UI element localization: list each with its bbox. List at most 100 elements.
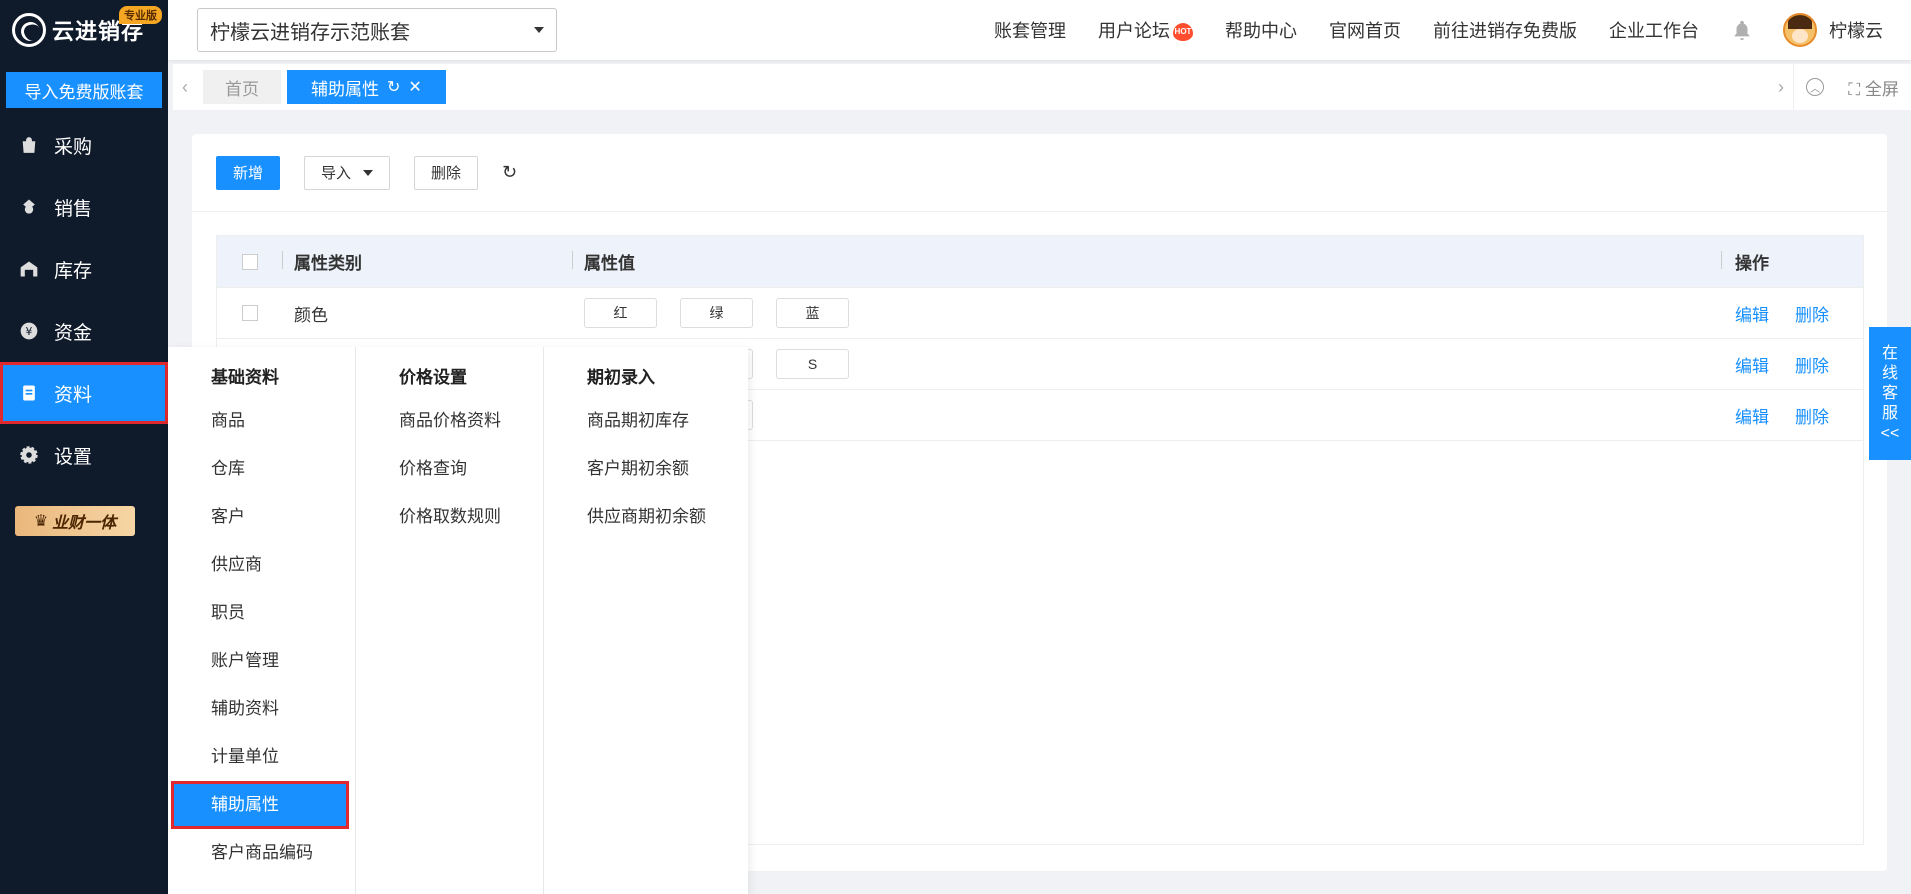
menu-column-title: 基础资料: [211, 368, 279, 387]
bell-icon[interactable]: [1731, 18, 1753, 42]
tab-label: 辅助属性: [311, 79, 379, 99]
header-value: 属性值: [572, 249, 1721, 274]
sidebar-nav: 采购销售 库存 ¥ 资金资料设置: [0, 114, 168, 486]
chevron-left-icon[interactable]: ‹: [173, 64, 197, 110]
edit-link[interactable]: 编辑: [1735, 408, 1769, 427]
menu-item[interactable]: 供应商: [168, 541, 355, 589]
import-free-account-button[interactable]: 导入免费版账套: [6, 72, 162, 108]
sidebar-item-label: 采购: [54, 136, 93, 158]
top-link-account-manage[interactable]: 账套管理: [994, 17, 1066, 43]
hot-badge-icon: HOT: [1173, 23, 1193, 42]
chevron-right-icon[interactable]: ›: [1769, 64, 1793, 110]
account-select[interactable]: 柠檬云进销存示范账套: [197, 8, 557, 52]
crown-badge-button[interactable]: ♛ 业财一体: [15, 506, 135, 536]
sidebar-item-1[interactable]: 销售: [0, 176, 168, 238]
edit-link[interactable]: 编辑: [1735, 306, 1769, 325]
value-chip: 绿: [680, 298, 753, 328]
data-mega-menu: 基础资料 商品 仓库 客户 供应商 职员 账户管理 辅助资料 计量单位 辅助属性 客户商品编码 价格设…: [168, 347, 748, 894]
delete-link[interactable]: 删除: [1795, 357, 1829, 376]
logo[interactable]: 云进销存 专业版: [0, 0, 168, 60]
top-link-free-version[interactable]: 前往进销存免费版: [1433, 17, 1577, 43]
menu-item[interactable]: 客户商品编码: [168, 829, 355, 877]
cell-values: 红绿蓝: [572, 298, 1721, 328]
add-button[interactable]: 新增: [216, 155, 281, 190]
menu-item[interactable]: 供应商期初余额: [544, 493, 748, 541]
table-row: 颜色红绿蓝编辑 删除: [217, 288, 1863, 339]
menu-item[interactable]: 计量单位: [168, 733, 355, 781]
online-service-button[interactable]: 在线客服 <<: [1869, 327, 1911, 460]
caret-down-icon: [363, 169, 374, 176]
menu-item[interactable]: 账户管理: [168, 637, 355, 685]
value-chip: 蓝: [776, 298, 849, 328]
edit-link[interactable]: 编辑: [1735, 357, 1769, 376]
svg-text:¥: ¥: [26, 325, 33, 338]
row-checkbox[interactable]: [241, 305, 258, 321]
online-service-char: 客: [1881, 384, 1898, 402]
top-links: 账套管理 用户论坛 HOT 帮助中心 官网首页 前往进销存免费版 企业工作台 柠檬…: [994, 0, 1911, 60]
menu-item[interactable]: 商品价格资料: [356, 397, 543, 445]
menu-item[interactable]: 辅助资料: [168, 685, 355, 733]
header-actions: 操作: [1721, 249, 1863, 274]
menu-column-title: 价格设置: [399, 368, 467, 387]
top-link-forum[interactable]: 用户论坛 HOT: [1098, 17, 1193, 43]
sidebar-item-4[interactable]: 资料: [0, 362, 168, 424]
tab-auxiliary-attribute[interactable]: 辅助属性 ↻ ✕: [287, 70, 446, 104]
fullscreen-label: 全屏: [1864, 79, 1899, 99]
delete-button[interactable]: 删除: [414, 155, 479, 190]
menu-item[interactable]: 客户期初余额: [544, 445, 748, 493]
sidebar-item-3[interactable]: ¥ 资金: [0, 300, 168, 362]
crown-icon: ♛: [33, 513, 49, 530]
menu-item[interactable]: 价格取数规则: [356, 493, 543, 541]
online-service-char: 服: [1881, 404, 1898, 422]
yen-circle-icon: ¥: [18, 320, 40, 342]
menu-item[interactable]: 商品期初库存: [544, 397, 748, 445]
cell-actions: 编辑 删除: [1721, 403, 1863, 428]
menu-item[interactable]: 仓库: [168, 445, 355, 493]
menu-column-0: 基础资料商品 仓库 客户 供应商 职员 账户管理 辅助资料 计量单位 辅助属性 客户商品编码: [168, 347, 356, 894]
value-chip: S: [776, 349, 849, 379]
delete-link[interactable]: 删除: [1795, 408, 1829, 427]
user-menu[interactable]: 柠檬云: [1783, 13, 1883, 47]
avatar: [1783, 13, 1817, 47]
tab-bar: ‹ 首页 辅助属性 ↻ ✕ › ︿ ⛶ 全屏: [173, 64, 1911, 110]
online-service-char: <<: [1880, 424, 1900, 442]
import-label: 导入: [321, 165, 352, 182]
menu-item[interactable]: 辅助属性: [171, 781, 349, 829]
cell-category: 颜色: [294, 305, 328, 325]
refresh-icon[interactable]: ↻: [502, 162, 517, 183]
menu-column-title: 期初录入: [587, 368, 655, 387]
user-name: 柠檬云: [1829, 21, 1883, 41]
select-all-checkbox[interactable]: [241, 253, 258, 270]
toolbar: 新增 导入 删除 ↻: [192, 134, 1887, 212]
sidebar-item-label: 设置: [54, 446, 93, 468]
sidebar: 云进销存 专业版 导入免费版账套 采购销售 库存 ¥ 资金资料设置 ♛ 业财一体: [0, 0, 168, 894]
account-select-value: 柠檬云进销存示范账套: [210, 21, 410, 44]
table-header: 属性类别 属性值 操作: [217, 236, 1863, 288]
menu-item[interactable]: 客户: [168, 493, 355, 541]
tab-tools: ︿ ⛶ 全屏: [1793, 64, 1911, 110]
fullscreen-button[interactable]: ⛶ 全屏: [1848, 75, 1899, 100]
sidebar-item-5[interactable]: 设置: [0, 424, 168, 486]
sidebar-item-label: 资料: [54, 384, 93, 406]
close-icon[interactable]: ✕: [408, 77, 421, 97]
menu-item[interactable]: 价格查询: [356, 445, 543, 493]
collapse-up-icon[interactable]: ︿: [1806, 78, 1825, 96]
value-chip: 红: [584, 298, 657, 328]
sidebar-item-0[interactable]: 采购: [0, 114, 168, 176]
sidebar-item-2[interactable]: 库存: [0, 238, 168, 300]
menu-item[interactable]: 商品: [168, 397, 355, 445]
menu-column-1: 价格设置商品价格资料 价格查询 价格取数规则: [356, 347, 544, 894]
menu-item[interactable]: 职员: [168, 589, 355, 637]
logo-icon: [12, 13, 46, 47]
refresh-icon[interactable]: ↻: [387, 77, 400, 97]
top-link-workbench[interactable]: 企业工作台: [1609, 17, 1699, 43]
menu-column-2: 期初录入商品期初库存 客户期初余额 供应商期初余额: [544, 347, 748, 894]
tab-home[interactable]: 首页: [203, 70, 281, 104]
chevron-down-icon: [534, 27, 544, 33]
top-bar: 柠檬云进销存示范账套 账套管理 用户论坛 HOT 帮助中心 官网首页 前往进销存免…: [168, 0, 1911, 60]
top-link-help[interactable]: 帮助中心: [1225, 17, 1297, 43]
fullscreen-icon: ⛶: [1848, 79, 1861, 99]
import-dropdown-button[interactable]: 导入: [304, 155, 391, 190]
delete-link[interactable]: 删除: [1795, 306, 1829, 325]
top-link-website[interactable]: 官网首页: [1329, 17, 1401, 43]
